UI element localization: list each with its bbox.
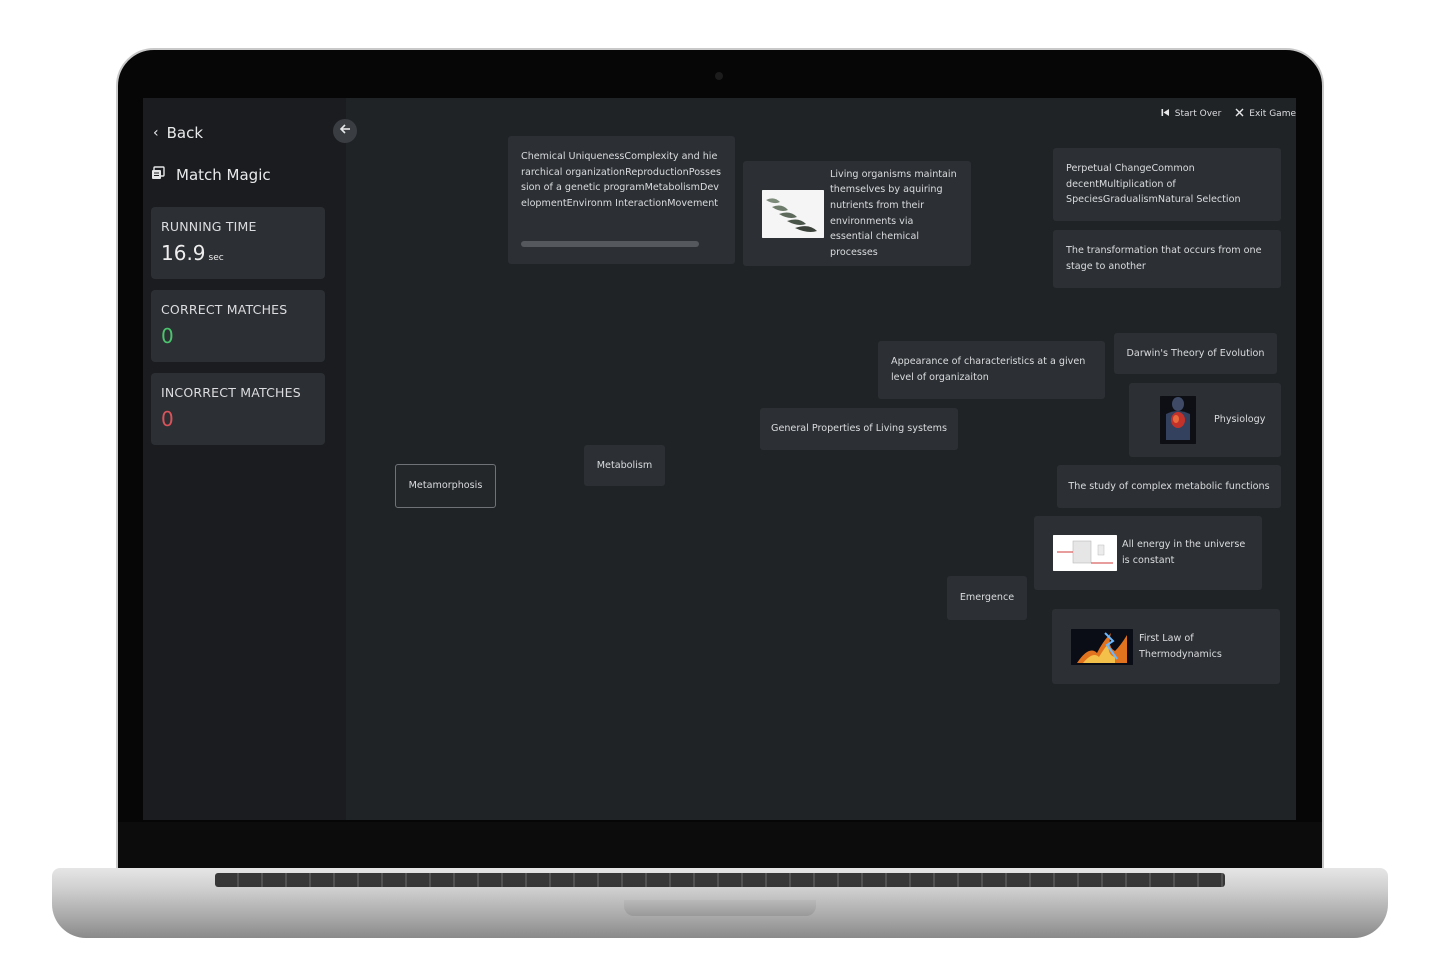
correct-matches-card: CORRECT MATCHES 0 [151,290,325,362]
card-darwin-theory-text: Darwin's Theory of Evolution [1126,347,1265,359]
app-title: Match Magic [151,166,271,184]
exit-game-button[interactable]: Exit Game [1235,108,1296,120]
collapse-sidebar-button[interactable] [333,119,357,143]
card-study-metabolic[interactable]: The study of complex metabolic functions [1057,465,1281,508]
arrow-left-icon [339,123,351,139]
card-living-organisms[interactable]: Living organisms maintain themselves by … [743,161,971,266]
card-emergence-text: Emergence [959,592,1015,604]
running-time-card: RUNNING TIME 16.9 sec [151,207,325,279]
card-darwin-theory[interactable]: Darwin's Theory of Evolution [1114,333,1277,374]
back-button[interactable]: ‹ Back [153,124,203,142]
card-metamorphosis[interactable]: Metamorphosis [395,464,496,508]
card-transformation-text: The transformation that occurs from one … [1066,245,1262,272]
close-icon [1235,108,1244,120]
card-first-law-text: First Law of Thermodynamics [1139,632,1222,660]
camera [715,72,723,80]
back-label: Back [166,124,204,142]
running-time-label: RUNNING TIME [161,219,257,234]
running-time-value: 16.9 sec [161,241,315,265]
correct-matches-label: CORRECT MATCHES [161,302,288,317]
app-title-label: Match Magic [176,166,271,184]
card-physiology-text: Physiology [1214,414,1266,426]
card-appearance[interactable]: Appearance of characteristics at a given… [878,341,1105,399]
card-metabolism-text: Metabolism [596,459,653,471]
card-chemical-uniqueness[interactable]: Chemical UniquenessComplexity and hierar… [508,136,735,264]
laptop-notch [624,900,816,916]
keyboard [215,873,1225,887]
card-transformation[interactable]: The transformation that occurs from one … [1053,230,1281,288]
running-time-number: 16.9 [161,241,206,265]
incorrect-matches-value: 0 [161,407,174,431]
card-metabolism[interactable]: Metabolism [584,445,665,486]
evolution-image [762,189,824,238]
thermodynamics-diagram-image [1053,535,1117,571]
card-first-law[interactable]: First Law of Thermodynamics [1052,609,1280,684]
skip-back-icon [1161,108,1170,120]
card-living-organisms-text: Living organisms maintain themselves by … [830,168,957,258]
card-scroll-bar[interactable] [521,241,699,247]
chevron-left-icon: ‹ [153,125,159,141]
card-study-metabolic-text: The study of complex metabolic functions [1068,480,1270,492]
physiology-image [1160,396,1196,444]
laptop-chin [118,822,1322,872]
incorrect-matches-label: INCORRECT MATCHES [161,385,301,400]
first-law-image [1071,628,1133,665]
start-over-button[interactable]: Start Over [1161,108,1222,120]
game-toolbar: Start Over Exit Game [1161,108,1296,120]
sidebar: ‹ Back Match Magic RUNNING TIME 16.9 sec … [143,98,346,820]
card-perpetual-change-text: Perpetual ChangeCommon decentMultiplicat… [1066,163,1241,206]
incorrect-matches-card: INCORRECT MATCHES 0 [151,373,325,445]
card-metamorphosis-text: Metamorphosis [408,480,483,492]
card-appearance-text: Appearance of characteristics at a given… [891,356,1086,383]
card-perpetual-change[interactable]: Perpetual ChangeCommon decentMultiplicat… [1053,148,1281,221]
start-over-label: Start Over [1174,109,1222,119]
correct-matches-value: 0 [161,324,174,348]
exit-game-label: Exit Game [1249,109,1296,119]
card-emergence[interactable]: Emergence [947,576,1027,620]
card-all-energy[interactable]: All energy in the universe is constant [1034,516,1262,590]
card-general-properties[interactable]: General Properties of Living systems [760,408,958,450]
app-screen: ‹ Back Match Magic RUNNING TIME 16.9 sec … [143,98,1296,820]
running-time-unit: sec [208,253,224,263]
layers-icon [151,166,165,184]
card-physiology[interactable]: Physiology [1129,383,1281,457]
card-all-energy-text: All energy in the universe is constant [1122,539,1246,566]
card-chemical-uniqueness-text: Chemical UniquenessComplexity and hierar… [521,151,721,209]
card-general-properties-text: General Properties of Living systems [771,423,947,435]
